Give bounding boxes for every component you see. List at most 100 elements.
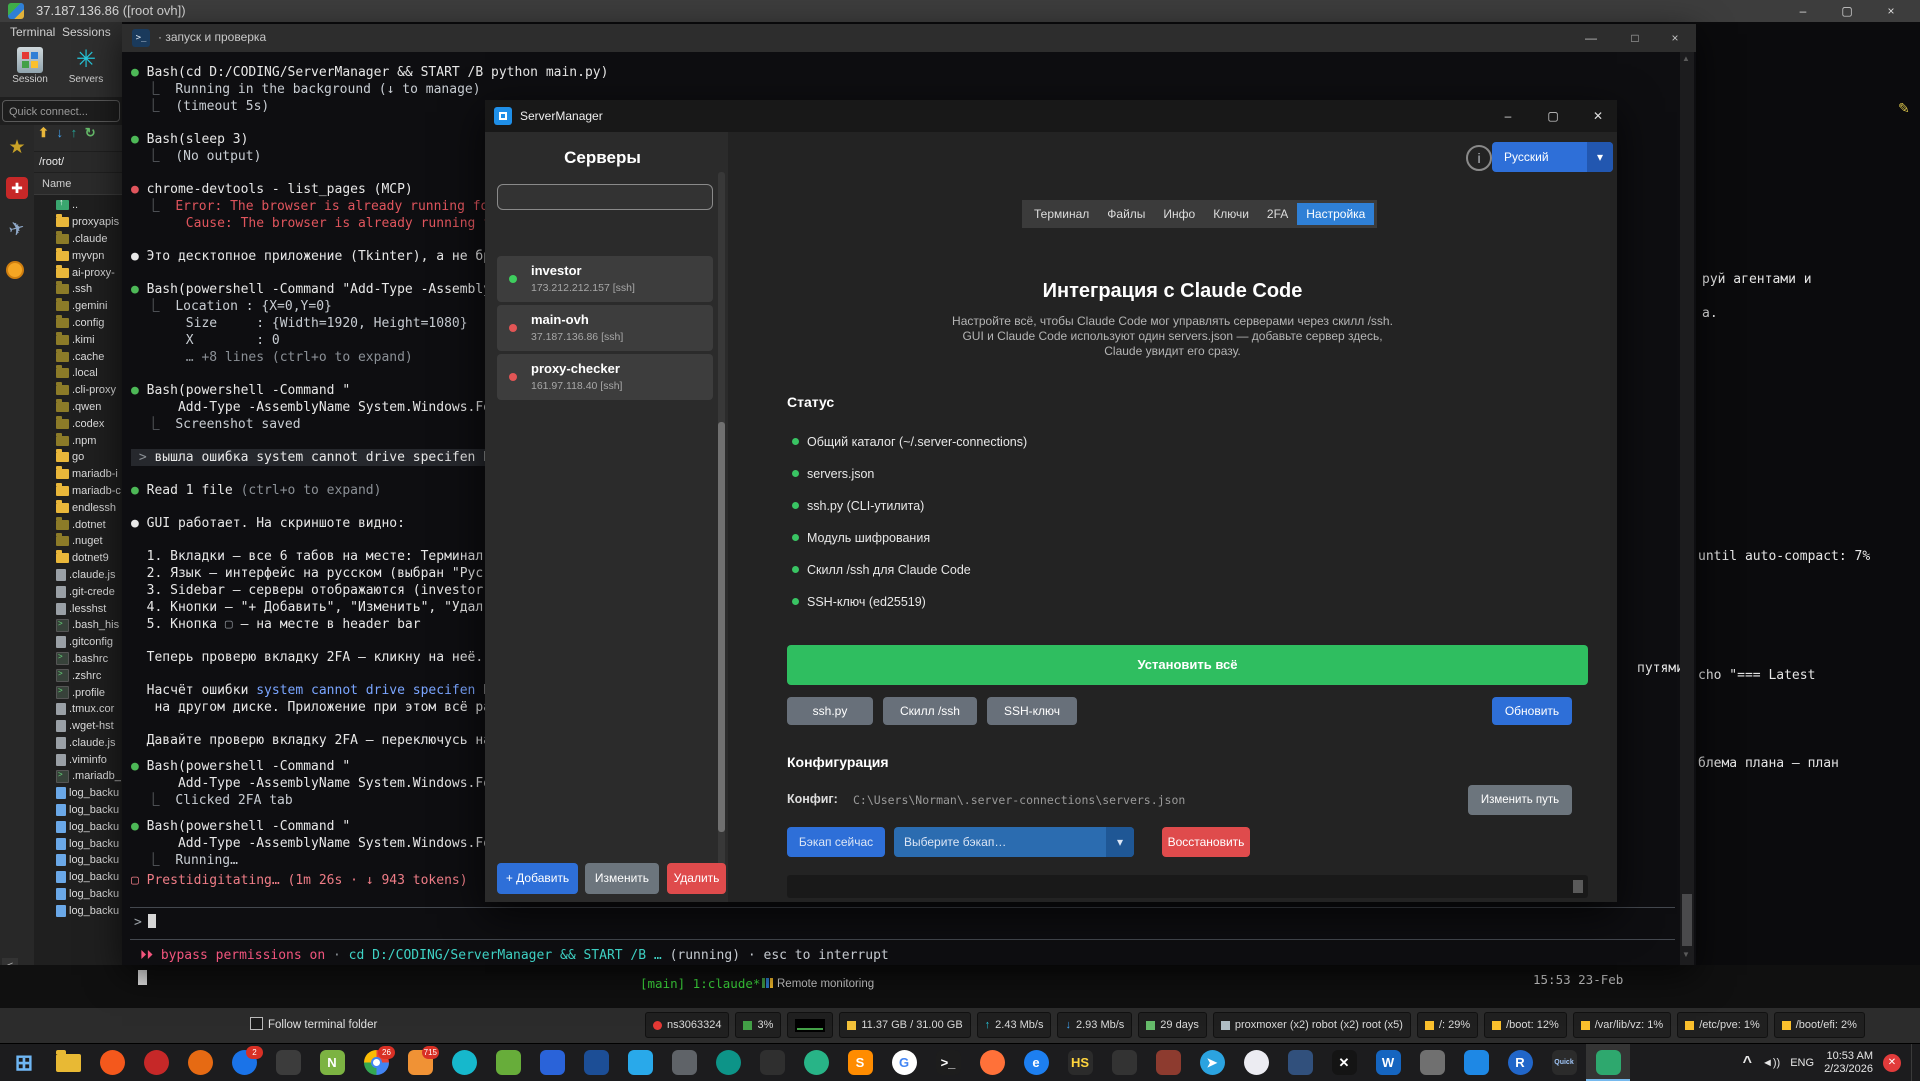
file-row[interactable]: .claude.js	[34, 735, 122, 752]
sm-minimize-button[interactable]: –	[1491, 104, 1525, 128]
tray-clock[interactable]: 10:53 AM 2/23/2026	[1824, 1050, 1873, 1076]
start-icon[interactable]: ⊞	[2, 1044, 46, 1081]
scrollbar-thumb[interactable]	[1573, 880, 1583, 893]
add-server-button[interactable]: + Добавить	[497, 863, 578, 894]
file-row[interactable]: .wget-hst	[34, 718, 122, 735]
file-row[interactable]: log_backu	[34, 785, 122, 802]
terminal-scrollbar[interactable]: ▲ ▼	[1680, 52, 1694, 965]
file-row[interactable]: .local	[34, 365, 122, 382]
refresh-button[interactable]: Обновить	[1492, 697, 1572, 725]
name-column-header[interactable]: Name	[34, 173, 122, 195]
edit-icon[interactable]: ✎	[1898, 100, 1910, 117]
file-row[interactable]: log_backu	[34, 835, 122, 852]
file-row[interactable]: mariadb-i	[34, 466, 122, 483]
vscode-icon[interactable]	[618, 1044, 662, 1081]
file-explorer-icon[interactable]	[46, 1044, 90, 1081]
servers-button[interactable]: ✳ Servers	[60, 45, 112, 95]
sm-close-button[interactable]: ✕	[1581, 104, 1615, 128]
rstudio-icon[interactable]: R	[1498, 1044, 1542, 1081]
remote-monitoring-toggle[interactable]: Remote monitoring	[762, 978, 874, 990]
file-row[interactable]: log_backu	[34, 818, 122, 835]
show-desktop-button[interactable]	[1911, 1044, 1916, 1081]
firefox-icon[interactable]	[178, 1044, 222, 1081]
chrome-profile-1-icon[interactable]: 2	[222, 1044, 266, 1081]
path-bar[interactable]: /root/	[34, 152, 122, 172]
file-row[interactable]: ..	[34, 197, 122, 214]
camera-app-icon[interactable]	[1454, 1044, 1498, 1081]
upload-icon[interactable]: ↑	[71, 125, 78, 140]
file-row[interactable]: .tmux.cor	[34, 701, 122, 718]
install-all-button[interactable]: Установить всё	[787, 645, 1588, 685]
mint-app-icon[interactable]	[794, 1044, 838, 1081]
tray-alert-icon[interactable]: ✕	[1883, 1053, 1901, 1072]
network-globe-icon[interactable]	[6, 261, 24, 279]
menu-sessions[interactable]: Sessions	[62, 25, 111, 39]
steel-app-icon[interactable]	[1278, 1044, 1322, 1081]
firefox-2-icon[interactable]	[970, 1044, 1014, 1081]
edge-icon[interactable]: e	[1014, 1044, 1058, 1081]
server-item[interactable]: proxy-checker 161.97.118.40 [ssh]	[497, 354, 713, 400]
close-button[interactable]: ×	[1876, 2, 1906, 20]
file-row[interactable]: log_backu	[34, 886, 122, 903]
navy-app-icon[interactable]	[574, 1044, 618, 1081]
minimize-button[interactable]: –	[1788, 2, 1818, 20]
telegram-icon[interactable]: ➤	[1190, 1044, 1234, 1081]
component-button[interactable]: SSH-ключ	[987, 697, 1077, 725]
scroll-down-icon[interactable]: ▼	[1682, 950, 1690, 959]
file-row[interactable]: .bashrc	[34, 651, 122, 668]
green-editor-icon[interactable]	[486, 1044, 530, 1081]
server-item[interactable]: main-ovh 37.187.136.86 [ssh]	[497, 305, 713, 351]
dark-app-icon[interactable]	[266, 1044, 310, 1081]
backup-select[interactable]: Выберите бэкап… ▾	[894, 827, 1134, 857]
hs-app-icon[interactable]: HS	[1058, 1044, 1102, 1081]
download-icon[interactable]: ↓	[57, 125, 64, 140]
terminal-maximize-button[interactable]: □	[1618, 27, 1652, 49]
file-row[interactable]: endlessh	[34, 499, 122, 516]
restore-button[interactable]: Восстановить	[1162, 827, 1250, 857]
component-button[interactable]: Скилл /ssh	[883, 697, 977, 725]
tab-файлы[interactable]: Файлы	[1098, 203, 1154, 225]
brave-browser-icon[interactable]	[90, 1044, 134, 1081]
cyan-app-icon[interactable]	[442, 1044, 486, 1081]
language-select[interactable]: Русский ▾	[1492, 142, 1613, 172]
file-row[interactable]: proxyapis	[34, 214, 122, 231]
delete-server-button[interactable]: Удалить	[667, 863, 726, 894]
file-row[interactable]: .kimi	[34, 331, 122, 348]
terminal-close-button[interactable]: ×	[1658, 27, 1692, 49]
red-browser-icon[interactable]	[134, 1044, 178, 1081]
terminal-minimize-button[interactable]: —	[1574, 27, 1608, 49]
file-row[interactable]: .claude.js	[34, 567, 122, 584]
google-app-icon[interactable]: G	[882, 1044, 926, 1081]
file-row[interactable]: .gitconfig	[34, 634, 122, 651]
scrollbar-thumb[interactable]	[1682, 894, 1692, 946]
backup-now-button[interactable]: Бэкап сейчас	[787, 827, 885, 857]
tab-инфо[interactable]: Инфо	[1154, 203, 1204, 225]
server-search-input[interactable]	[497, 184, 713, 210]
scrollbar-thumb[interactable]	[718, 422, 725, 832]
quick-share-icon[interactable]: Quick	[1542, 1044, 1586, 1081]
folder-up-icon[interactable]: ⬆	[38, 125, 49, 140]
language-indicator[interactable]: ENG	[1790, 1057, 1814, 1069]
tab-терминал[interactable]: Терминал	[1025, 203, 1098, 225]
file-row[interactable]: .mariadb_	[34, 768, 122, 785]
mobaxterm-icon[interactable]	[1586, 1044, 1630, 1081]
tray-expand-icon[interactable]: ^	[1743, 1054, 1752, 1072]
file-row[interactable]: .nuget	[34, 533, 122, 550]
prompt-input[interactable]: >	[134, 914, 156, 931]
sm-maximize-button[interactable]: ▢	[1536, 104, 1570, 128]
favorites-icon[interactable]: ★	[6, 137, 28, 159]
teal-app-icon[interactable]	[706, 1044, 750, 1081]
tools-icon[interactable]: ✚	[6, 177, 28, 199]
menu-terminal[interactable]: Terminal	[10, 25, 55, 39]
file-row[interactable]: dotnet9	[34, 550, 122, 567]
orange-app-icon[interactable]: 715	[398, 1044, 442, 1081]
component-button[interactable]: ssh.py	[787, 697, 873, 725]
file-row[interactable]: .git-crede	[34, 583, 122, 600]
file-row[interactable]: .dotnet	[34, 516, 122, 533]
restore-button[interactable]: ▢	[1832, 2, 1862, 20]
chrome-icon[interactable]: 26	[354, 1044, 398, 1081]
edit-server-button[interactable]: Изменить	[585, 863, 659, 894]
file-row[interactable]: .gemini	[34, 298, 122, 315]
server-item[interactable]: investor 173.212.212.157 [ssh]	[497, 256, 713, 302]
tab-2fa[interactable]: 2FA	[1258, 203, 1297, 225]
